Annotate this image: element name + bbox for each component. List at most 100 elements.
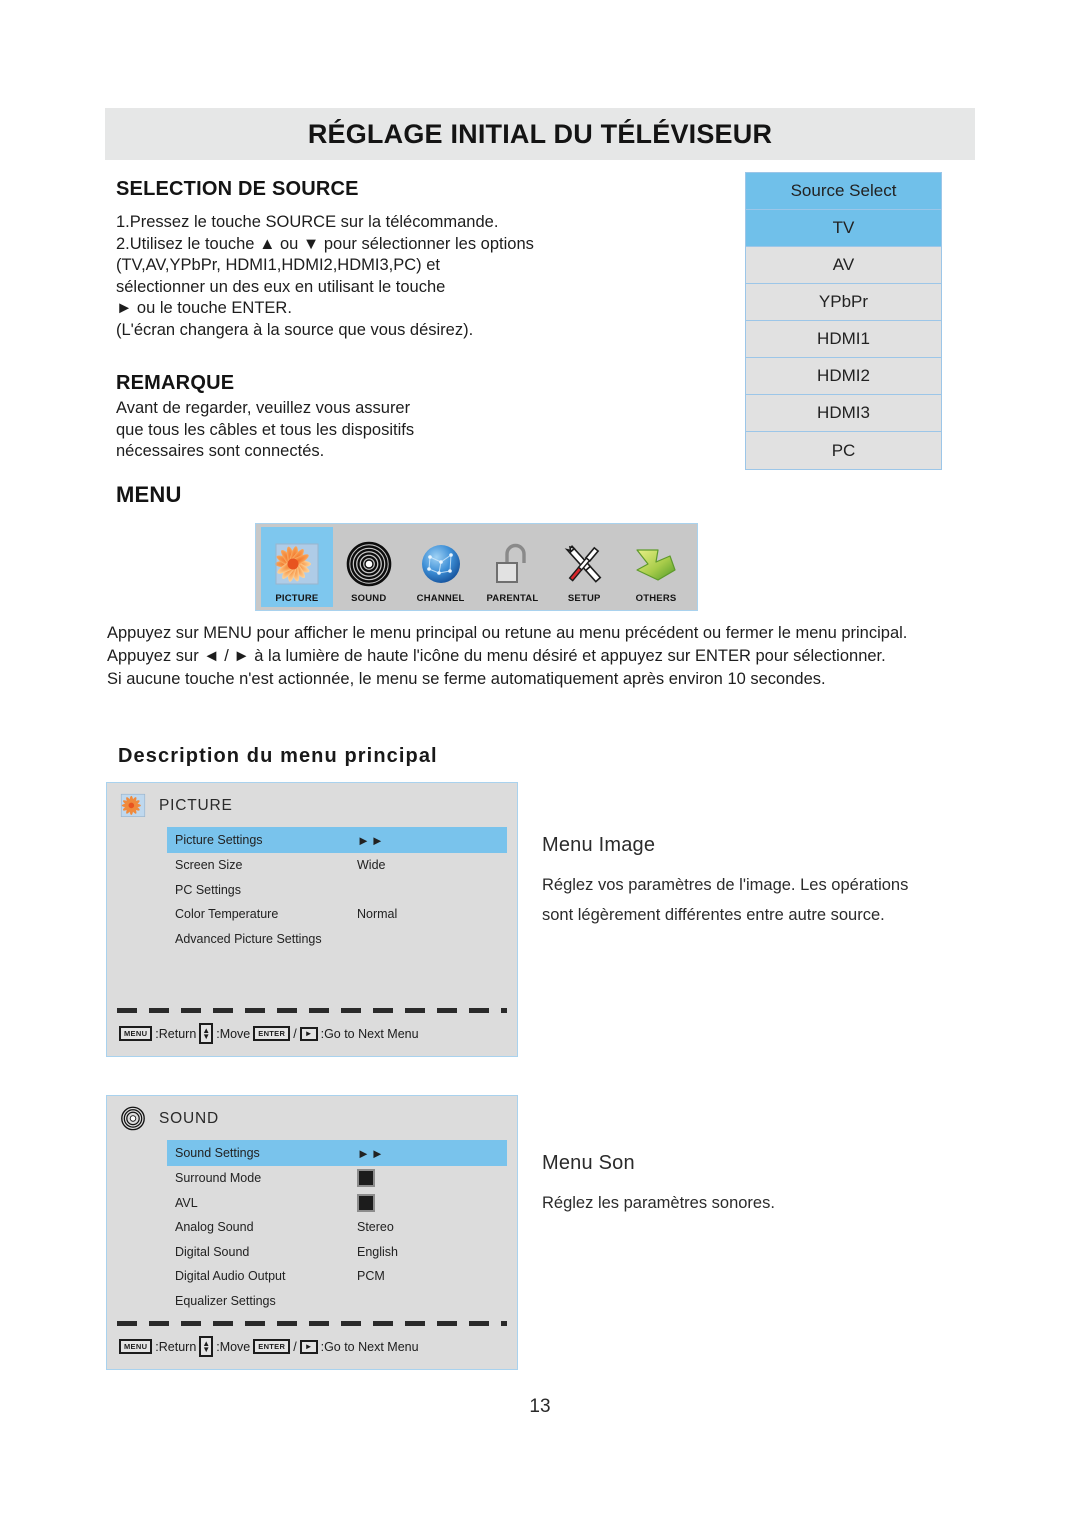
menu-bar-item-parental[interactable]: PARENTAL xyxy=(476,527,548,607)
menu-bar-label-parental: PARENTAL xyxy=(486,593,539,604)
osd-picture-title: PICTURE xyxy=(159,797,233,814)
up-down-key-icon: ▲ ▼ xyxy=(199,1023,214,1044)
section-body-remarque: Avant de regarder, veuillez vous assurer… xyxy=(116,399,415,460)
menu-bar-item-sound[interactable]: SOUND xyxy=(333,527,405,607)
page-header-band: RÉGLAGE INITIAL DU TÉLÉVISEUR xyxy=(105,108,975,160)
description-title: Menu Son xyxy=(542,1152,635,1174)
osd-row-label: Surround Mode xyxy=(175,1171,262,1186)
osd-row-label: Digital Audio Output xyxy=(175,1269,286,1284)
osd-row-digital-audio-output[interactable]: Digital Audio Output PCM xyxy=(167,1264,507,1289)
menu-key-icon: MENU xyxy=(119,1026,153,1041)
osd-row-equalizer-settings[interactable]: Equalizer Settings xyxy=(167,1289,507,1314)
osd-row-sound-settings[interactable]: Sound Settings ►► xyxy=(167,1140,507,1166)
osd-footer-slash: / xyxy=(293,1339,297,1354)
osd-footer-next-text: :Go to Next Menu xyxy=(320,1339,419,1354)
description-menu-son: Menu Son Réglez les paramètres sonores. xyxy=(542,1152,962,1218)
menu-bar-label-setup: SETUP xyxy=(567,593,601,604)
osd-footer-slash: / xyxy=(293,1026,297,1041)
section-heading-menu: MENU xyxy=(116,482,182,507)
others-arrow-icon xyxy=(632,540,680,590)
menu-bar-item-others[interactable]: OTHERS xyxy=(620,527,692,607)
osd-row-label: Digital Sound xyxy=(175,1244,250,1259)
source-select-panel[interactable]: Source Select TV AV YPbPr HDMI1 HDMI2 HD… xyxy=(745,172,942,470)
checkbox-icon[interactable] xyxy=(357,1193,375,1212)
right-arrow-key-icon: ► xyxy=(299,1339,318,1354)
source-select-item-tv[interactable]: TV xyxy=(746,210,941,247)
osd-picture-header: PICTURE xyxy=(119,792,233,820)
sound-icon xyxy=(119,1105,147,1133)
osd-sound-footer: MENU :Return ▲ ▼ :Move ENTER / ► :Go to N… xyxy=(119,1336,421,1357)
osd-row-label: Sound Settings xyxy=(175,1146,260,1160)
osd-row-avl[interactable]: AVL xyxy=(167,1191,507,1216)
osd-row-picture-settings[interactable]: Picture Settings ►► xyxy=(167,827,507,853)
osd-sound-title: SOUND xyxy=(159,1110,219,1127)
menu-instructions-paragraph: Appuyez sur MENU pour afficher le menu p… xyxy=(107,624,908,688)
osd-panel-picture[interactable]: PICTURE Picture Settings ►► Screen Size … xyxy=(106,782,518,1057)
osd-row-advanced-picture-settings[interactable]: Advanced Picture Settings xyxy=(167,927,507,952)
osd-row-color-temperature[interactable]: Color Temperature Normal xyxy=(167,902,507,927)
page-title: RÉGLAGE INITIAL DU TÉLÉVISEUR xyxy=(307,118,773,149)
osd-row-screen-size[interactable]: Screen Size Wide xyxy=(167,853,507,878)
osd-row-value: ►► xyxy=(357,1145,385,1161)
menu-bar-label-channel: CHANNEL xyxy=(416,593,465,604)
osd-picture-footer: MENU :Return ▲ ▼ :Move ENTER / ► :Go to N… xyxy=(119,1023,421,1044)
osd-row-value: ►► xyxy=(357,832,385,848)
source-select-item-ypbpr[interactable]: YPbPr xyxy=(746,284,941,321)
source-select-item-hdmi2[interactable]: HDMI2 xyxy=(746,358,941,395)
osd-divider xyxy=(117,1008,507,1013)
osd-row-value: PCM xyxy=(357,1269,385,1284)
osd-row-surround-mode[interactable]: Surround Mode xyxy=(167,1166,507,1191)
osd-divider xyxy=(117,1321,507,1326)
osd-sound-header: SOUND xyxy=(119,1105,219,1133)
section-body-selection-de-source: 1.Pressez le touche SOURCE sur la téléco… xyxy=(116,213,534,339)
osd-row-value: Normal xyxy=(357,907,398,922)
osd-main-menu-bar[interactable]: PICTURE SOUND CHANNEL PARENTAL SETUP OTH… xyxy=(255,523,698,611)
osd-row-label: Analog Sound xyxy=(175,1220,254,1235)
description-body: Réglez les paramètres sonores. xyxy=(542,1194,775,1212)
source-select-item-pc[interactable]: PC xyxy=(746,432,941,469)
osd-row-label: PC Settings xyxy=(175,882,242,897)
description-title: Menu Image xyxy=(542,834,656,856)
enter-key-icon: ENTER xyxy=(253,1026,291,1041)
osd-row-pc-settings[interactable]: PC Settings xyxy=(167,878,507,903)
menu-bar-item-setup[interactable]: SETUP xyxy=(548,527,620,607)
picture-icon xyxy=(119,792,147,820)
sound-icon xyxy=(345,540,393,590)
menu-bar-item-picture[interactable]: PICTURE xyxy=(261,527,333,607)
description-body: Réglez vos paramètres de l'image. Les op… xyxy=(542,876,909,924)
osd-footer-move-text: :Move xyxy=(216,1339,251,1354)
checkbox-icon[interactable] xyxy=(357,1169,375,1188)
osd-row-label: Equalizer Settings xyxy=(175,1293,276,1308)
osd-sound-list[interactable]: Sound Settings ►► Surround Mode AVL Anal… xyxy=(167,1140,507,1313)
osd-footer-next-text: :Go to Next Menu xyxy=(320,1026,419,1041)
channel-icon xyxy=(417,540,465,590)
osd-row-value: Stereo xyxy=(357,1220,394,1235)
menu-bar-label-others: OTHERS xyxy=(635,593,677,604)
picture-icon xyxy=(273,540,321,590)
manual-page: RÉGLAGE INITIAL DU TÉLÉVISEUR SELECTION … xyxy=(0,0,1080,1527)
osd-footer-return-text: :Return xyxy=(155,1339,197,1354)
osd-row-label: AVL xyxy=(175,1195,198,1210)
section-heading-selection-de-source: SELECTION DE SOURCE xyxy=(116,178,359,200)
source-select-item-hdmi3[interactable]: HDMI3 xyxy=(746,395,941,432)
right-arrow-key-icon: ► xyxy=(299,1026,318,1041)
osd-row-digital-sound[interactable]: Digital Sound English xyxy=(167,1240,507,1265)
source-select-title: Source Select xyxy=(746,173,941,210)
section-heading-description-du-menu-principal: Description du menu principal xyxy=(118,745,438,767)
menu-key-icon: MENU xyxy=(119,1339,153,1354)
menu-bar-label-picture: PICTURE xyxy=(275,593,319,604)
enter-key-icon: ENTER xyxy=(253,1339,291,1354)
osd-row-label: Advanced Picture Settings xyxy=(175,931,322,946)
osd-panel-sound[interactable]: SOUND Sound Settings ►► Surround Mode AV… xyxy=(106,1095,518,1370)
osd-row-label: Screen Size xyxy=(175,858,243,873)
osd-row-value: Wide xyxy=(357,858,386,873)
osd-picture-list[interactable]: Picture Settings ►► Screen Size Wide PC … xyxy=(167,827,507,951)
osd-footer-return-text: :Return xyxy=(155,1026,197,1041)
source-select-item-av[interactable]: AV xyxy=(746,247,941,284)
osd-row-analog-sound[interactable]: Analog Sound Stereo xyxy=(167,1215,507,1240)
menu-bar-item-channel[interactable]: CHANNEL xyxy=(405,527,477,607)
section-heading-remarque: REMARQUE xyxy=(116,372,235,394)
source-select-item-hdmi1[interactable]: HDMI1 xyxy=(746,321,941,358)
osd-row-label: Picture Settings xyxy=(175,833,263,847)
setup-tools-icon xyxy=(560,540,608,590)
